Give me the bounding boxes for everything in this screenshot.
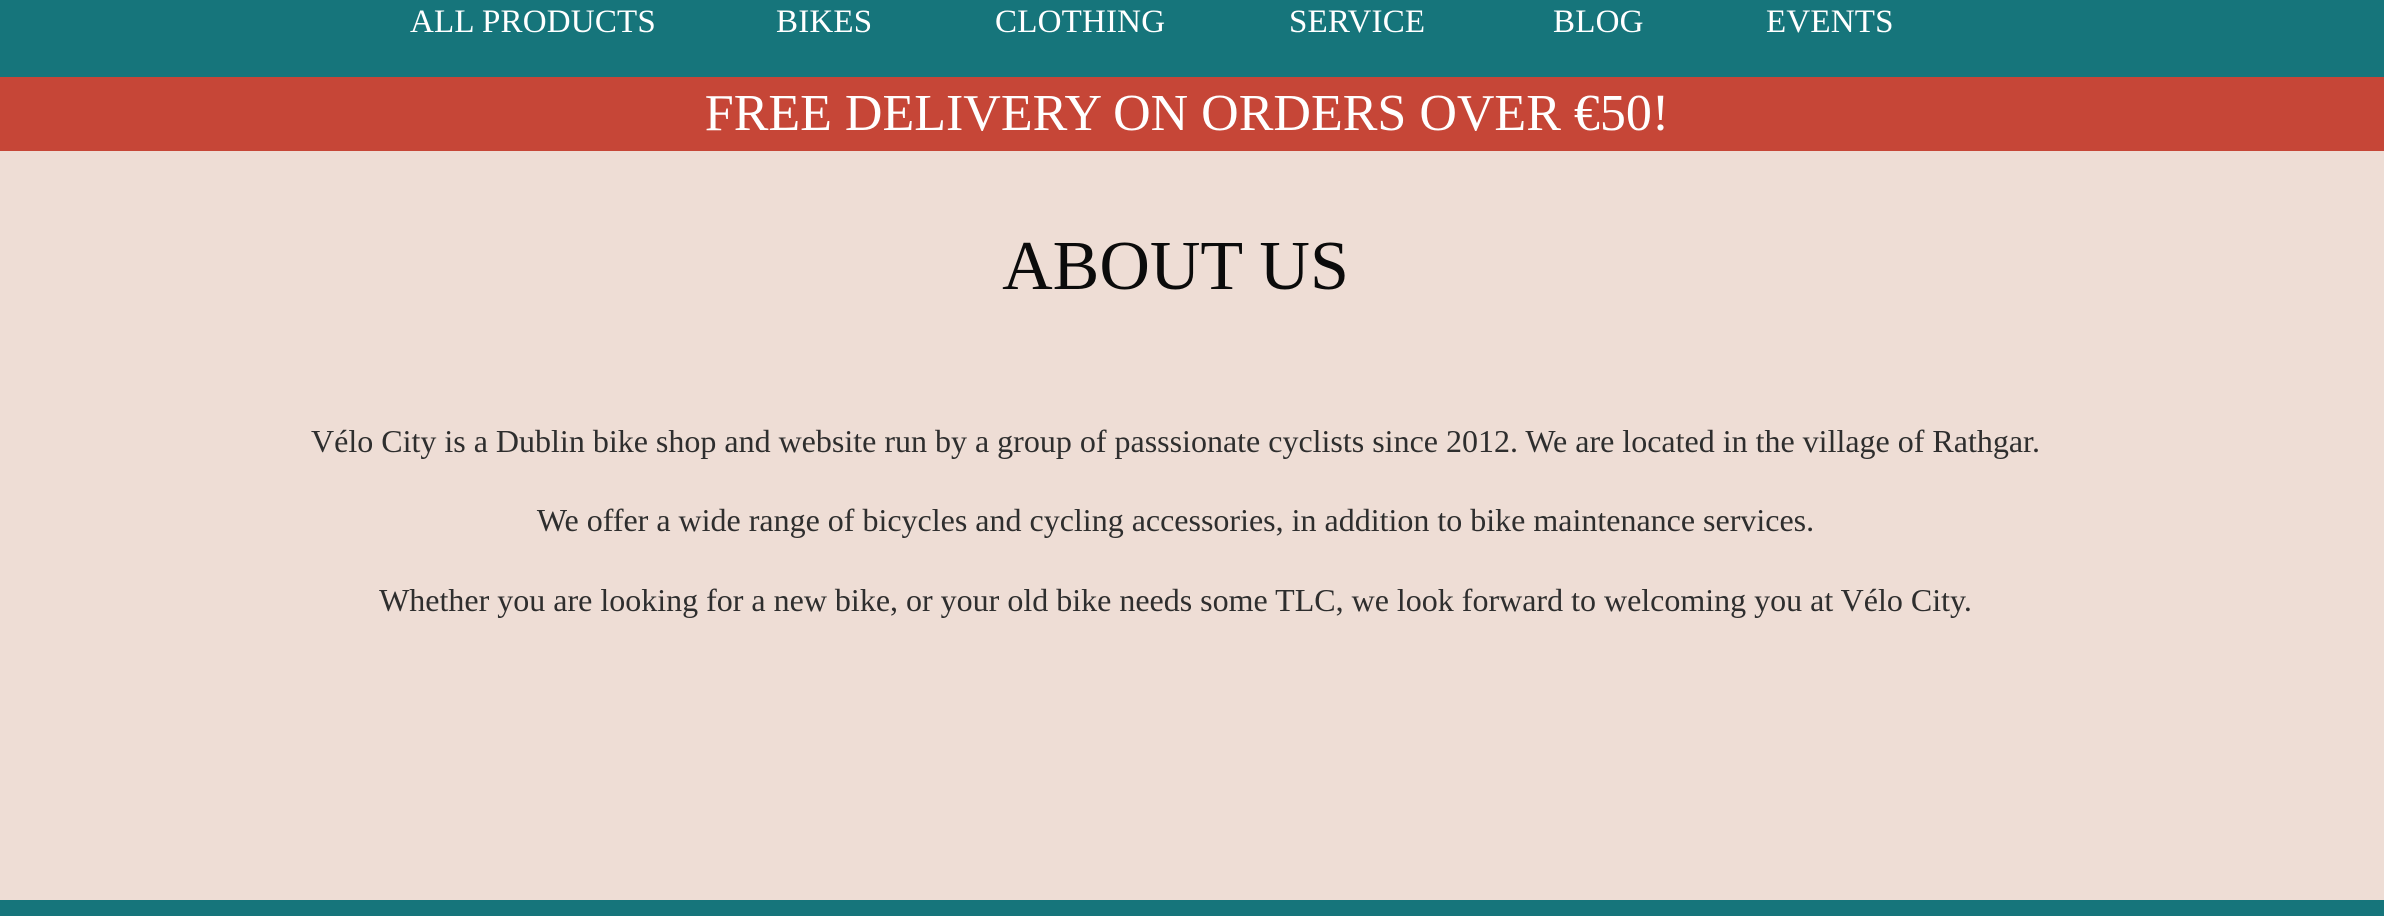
footer-strip <box>0 900 2384 916</box>
nav-item-clothing[interactable]: CLOTHING <box>995 2 1165 42</box>
top-navigation: ALL PRODUCTS BIKES CLOTHING SERVICE BLOG… <box>0 0 2384 77</box>
promo-banner: FREE DELIVERY ON ORDERS OVER €50! <box>0 77 2384 151</box>
nav-item-all-products[interactable]: ALL PRODUCTS <box>410 2 656 42</box>
about-paragraph-1: Vélo City is a Dublin bike shop and webs… <box>311 423 2040 459</box>
promo-text: FREE DELIVERY ON ORDERS OVER €50! <box>704 85 1670 142</box>
about-section: ABOUT US Vélo City is a Dublin bike shop… <box>0 151 2384 900</box>
nav-item-events[interactable]: EVENTS <box>1766 2 1894 42</box>
page-title: ABOUT US <box>1002 228 1349 305</box>
about-paragraph-2: We offer a wide range of bicycles and cy… <box>536 502 1815 538</box>
nav-item-blog[interactable]: BLOG <box>1553 2 1644 42</box>
nav-item-bikes[interactable]: BIKES <box>776 2 872 42</box>
nav-item-service[interactable]: SERVICE <box>1289 2 1425 42</box>
about-paragraph-3: Whether you are looking for a new bike, … <box>379 582 1972 618</box>
